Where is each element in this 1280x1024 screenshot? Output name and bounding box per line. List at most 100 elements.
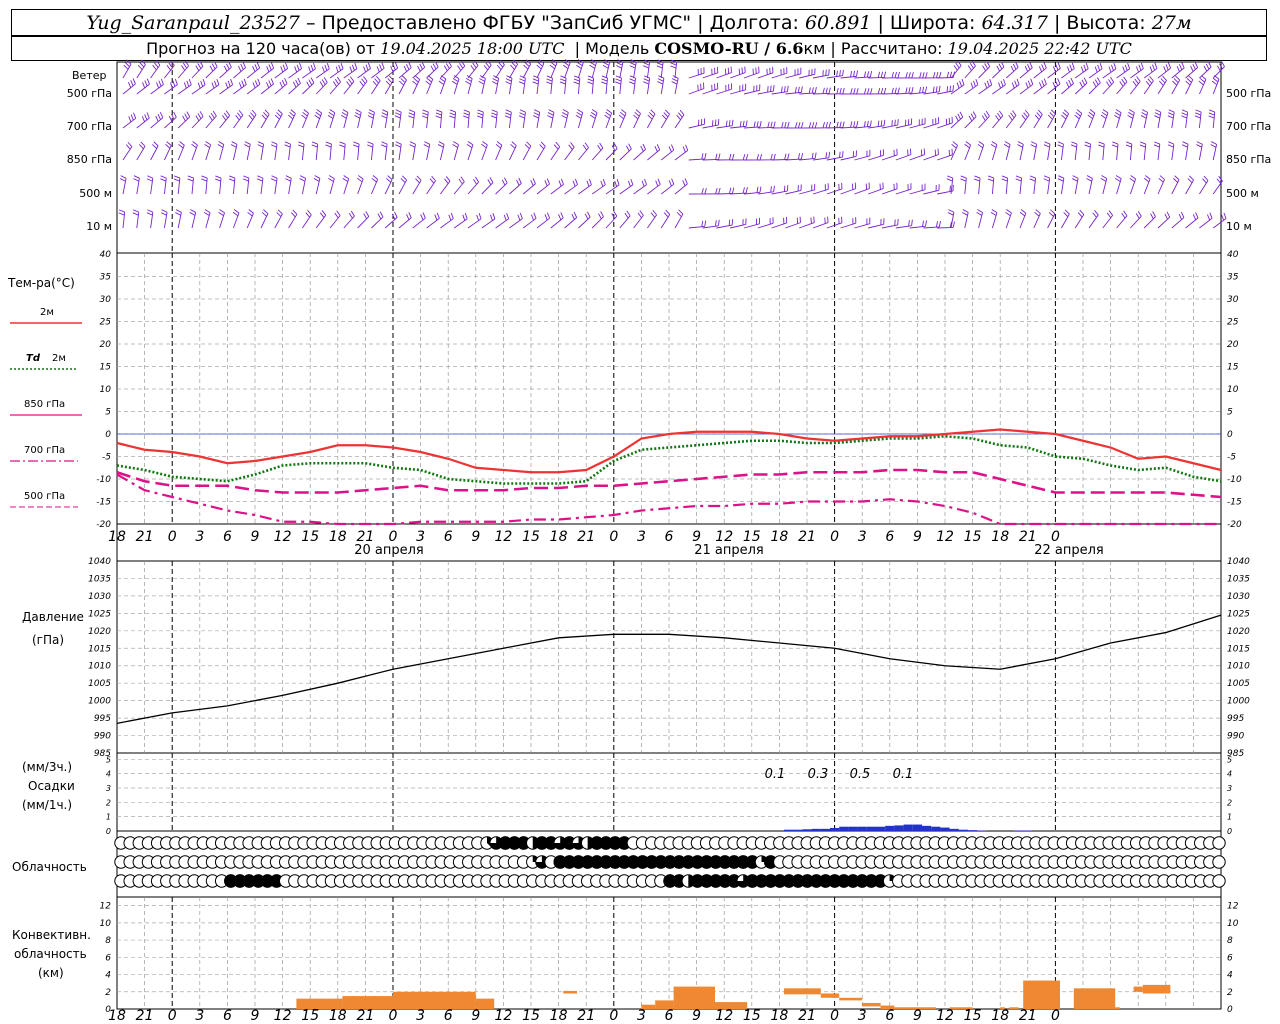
wind-barb-feather [767, 86, 769, 93]
wind-barb-feather [671, 178, 675, 185]
date-label: 22 апреля [1034, 543, 1104, 558]
wind-barb [370, 179, 379, 195]
wind-barb-feather [973, 178, 980, 182]
wind-barb-feather [784, 121, 787, 128]
wind-barb-feather [1037, 109, 1043, 115]
wind-barb-feather [436, 212, 440, 219]
wind-barb [702, 72, 718, 79]
wind-barb-feather [551, 59, 558, 64]
pressure-tick-label: 1010 [88, 662, 111, 672]
wind-barb-feather [225, 82, 229, 89]
wind-barb [812, 93, 830, 95]
wind-barb-feather [531, 214, 535, 221]
wind-barb-feather [731, 187, 735, 194]
wind-barb-feather [505, 112, 512, 116]
wind-barb [674, 183, 688, 195]
precip-tick-label: 0 [106, 827, 111, 836]
wind-barb-feather [481, 143, 487, 149]
wind-barb [164, 84, 178, 95]
wind-barb-feather [905, 72, 908, 79]
wind-barb [881, 154, 898, 161]
time-tick-label: 6 [885, 529, 894, 545]
pressure-tick-label: 1005 [88, 679, 111, 689]
wind-barb-feather [465, 80, 471, 85]
time-tick-label: 21 [136, 529, 154, 545]
wind-barb-feather [367, 141, 374, 145]
wind-barb-feather [523, 64, 529, 70]
wind-barb [674, 213, 684, 229]
wind-barb-feather [231, 141, 238, 145]
wind-barb-feather [130, 114, 134, 121]
conv-tick-label: 2 [1227, 988, 1233, 998]
wind-barb-feather [381, 141, 388, 145]
time-tick-label-bottom: 9 [692, 1008, 701, 1024]
wind-barb-feather [225, 110, 231, 116]
wind-level-label: 850 гПа [67, 153, 112, 166]
wind-barb-feather [1086, 178, 1092, 182]
wind-barb [508, 145, 517, 161]
wind-barb-feather [240, 63, 244, 70]
legend-td-label: 2м [52, 353, 66, 364]
wind-barb-feather [1149, 75, 1154, 82]
wind-barb-feather [558, 180, 562, 187]
wind-barb-feather [676, 114, 681, 121]
precip-label: 0.3 [808, 767, 829, 782]
wind-barb-feather [977, 143, 984, 149]
time-tick-label: 9 [913, 529, 922, 545]
precip-bar [811, 828, 821, 831]
wind-barb-feather [1030, 144, 1037, 148]
wind-barb-feather [348, 78, 353, 85]
time-tick-label: 0 [609, 529, 618, 545]
wind-barb-feather [323, 77, 328, 83]
wind-barb [1061, 68, 1075, 79]
wind-barb [163, 145, 172, 161]
pressure-tick-label: 1010 [1227, 662, 1250, 672]
wind-barb-feather [125, 144, 131, 150]
wind-barb-feather [301, 114, 307, 120]
wind-barb-feather [498, 62, 504, 68]
wind-barb-feather [209, 65, 214, 72]
time-tick-label: 3 [858, 529, 867, 545]
wind-barb-feather [394, 62, 399, 69]
wind-barb-feather [420, 214, 424, 221]
wind-barb-feather [282, 64, 286, 71]
wind-barb-feather [1212, 77, 1219, 83]
wind-barb-feather [725, 120, 728, 127]
wind-barb-feather [1079, 209, 1085, 215]
wind-barb-feather [263, 112, 268, 118]
wind-barb [288, 68, 302, 79]
wind-barb-feather [811, 152, 814, 159]
wind-title: Ветер [72, 69, 106, 82]
wind-barb [1047, 67, 1061, 79]
pressure-tick-label: 1015 [88, 644, 111, 654]
wind-barb-feather [856, 70, 858, 77]
wind-barb-feather [794, 122, 798, 129]
wind-barb-feather [158, 80, 162, 87]
temp-tick-label: 30 [1227, 295, 1239, 305]
wind-barb-feather [808, 87, 811, 94]
precip-bar [866, 826, 876, 831]
wind-barb-feather [953, 65, 958, 71]
wind-barb-feather [1003, 144, 1010, 148]
wind-barb-feather [1172, 80, 1178, 86]
wind-barb [1019, 84, 1034, 95]
wind-barb-feather [1188, 175, 1194, 181]
wind-barb-feather [1194, 61, 1199, 68]
wind-barb [1143, 68, 1158, 79]
wind-barb [1157, 67, 1171, 79]
wind-barb-feather [443, 65, 448, 72]
wind-barb-feather [715, 187, 718, 194]
wind-barb-feather [1127, 62, 1131, 69]
wind-barb-feather [490, 214, 493, 221]
wind-barb-feather [289, 111, 295, 117]
wind-barb-feather [491, 112, 498, 116]
time-tick-label-bottom: 6 [885, 1008, 894, 1024]
wind-barb-feather [1012, 110, 1017, 116]
wind-barb-feather [453, 141, 459, 145]
wind-barb-feather [1176, 66, 1180, 72]
wind-barb [1185, 179, 1194, 195]
wind-barb [881, 188, 898, 195]
wind-barb-feather [1143, 177, 1150, 183]
wind-barb-feather [1031, 141, 1037, 145]
wind-barb-feather [897, 71, 900, 78]
